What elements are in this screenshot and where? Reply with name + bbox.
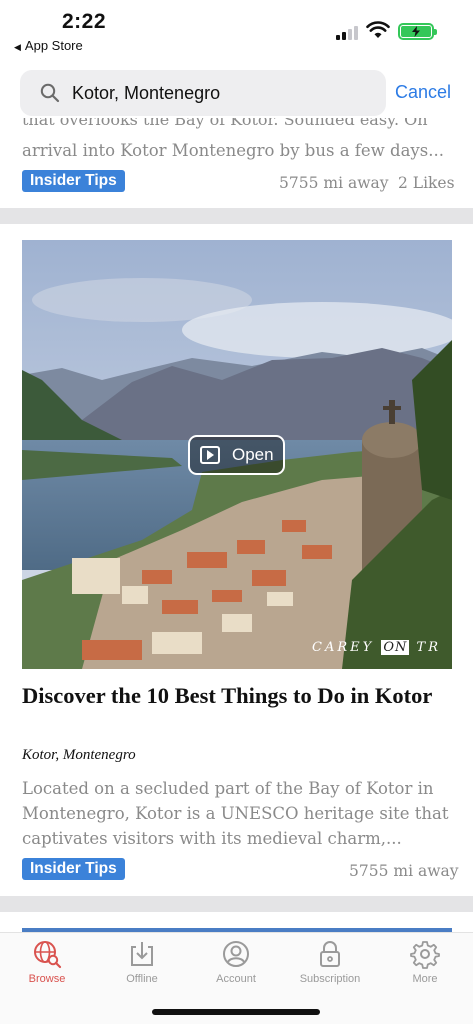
status-time: 2:22: [62, 10, 107, 33]
play-icon: [200, 446, 220, 464]
card1-likes: 2 Likes: [398, 174, 455, 192]
tab-more-label: More: [412, 973, 438, 985]
wifi-icon: [366, 21, 390, 38]
card1-insider-tips-badge[interactable]: Insider Tips: [22, 170, 125, 192]
tab-more[interactable]: More: [378, 939, 472, 985]
search-icon: [40, 83, 60, 103]
tab-browse-label: Browse: [28, 973, 66, 985]
tab-browse[interactable]: Browse: [0, 939, 94, 985]
tab-account-label: Account: [216, 973, 256, 985]
card1-clipped-line: that overlooks the Bay of Kotor. Sounded…: [22, 118, 428, 129]
article-location: Kotor, Montenegro: [22, 747, 136, 763]
tab-subscription[interactable]: Subscription: [283, 939, 377, 985]
home-indicator: [152, 1009, 320, 1015]
gear-icon: [410, 941, 440, 969]
search-query-text: Kotor, Montenegro: [72, 82, 221, 103]
back-triangle-icon: ◀: [14, 42, 21, 52]
card1-description: arrival into Kotor Montenegro by bus a f…: [22, 141, 444, 160]
tab-offline-label: Offline: [126, 973, 158, 985]
person-icon: [223, 941, 249, 967]
back-app-label: App Store: [24, 38, 83, 53]
battery-icon: [398, 23, 437, 40]
article-description: Located on a secluded part of the Bay of…: [22, 779, 449, 848]
cellular-signal-icon: [336, 26, 360, 40]
card-divider: [0, 896, 473, 912]
charging-bolt-icon: [412, 26, 420, 37]
cancel-button[interactable]: Cancel: [395, 82, 451, 103]
search-input[interactable]: Kotor, Montenegro: [20, 70, 386, 116]
download-icon: [131, 942, 153, 966]
lock-icon: [320, 941, 340, 967]
card1-distance: 5755 mi away: [279, 174, 389, 192]
open-button-label: Open: [232, 445, 274, 464]
tab-account[interactable]: Account: [189, 939, 283, 985]
back-to-app-store-link[interactable]: ◀ App Store: [14, 38, 83, 53]
card2-insider-tips-badge[interactable]: Insider Tips: [22, 858, 125, 880]
tab-offline[interactable]: Offline: [95, 939, 189, 985]
article-title[interactable]: Discover the 10 Best Things to Do in Kot…: [22, 680, 442, 712]
tab-subscription-label: Subscription: [299, 973, 361, 985]
image-watermark: CAREY ON TR: [312, 640, 441, 655]
status-bar: 2:22 ◀ App Store: [0, 0, 473, 60]
card-divider: [0, 208, 473, 224]
open-button[interactable]: Open: [188, 435, 285, 475]
globe-search-icon: [34, 941, 62, 969]
card2-distance: 5755 mi away: [349, 862, 459, 880]
